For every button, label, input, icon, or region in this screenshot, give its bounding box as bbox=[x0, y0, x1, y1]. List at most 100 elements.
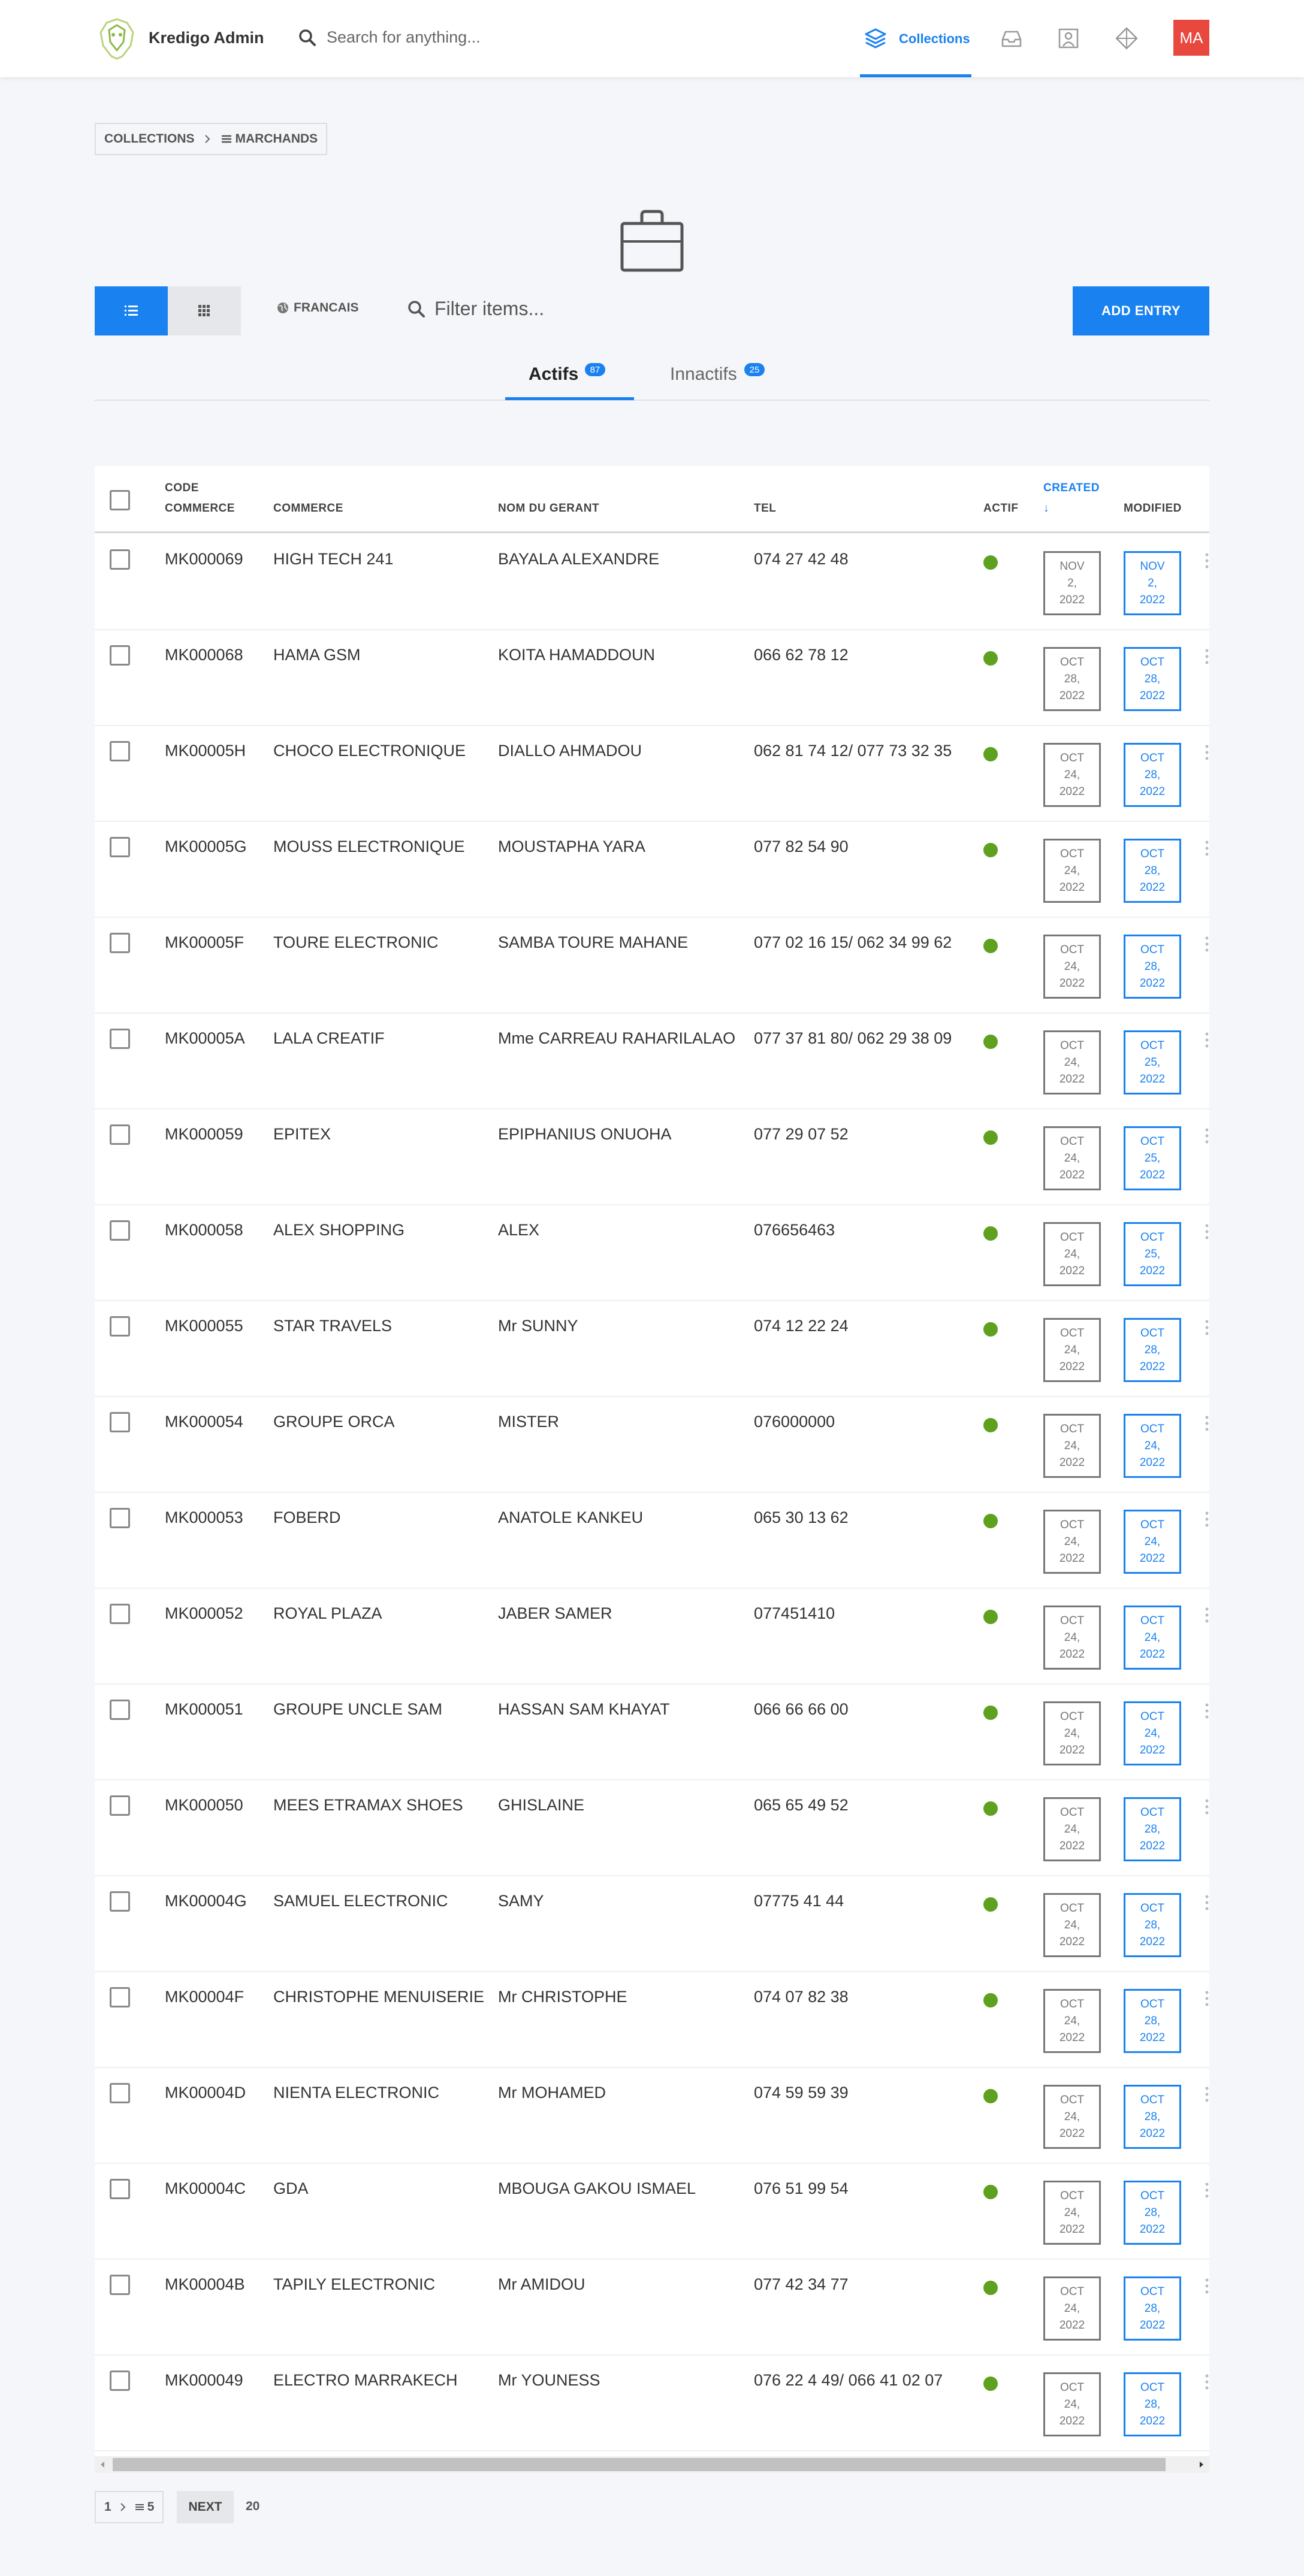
row-actions-icon[interactable] bbox=[1205, 1127, 1209, 1144]
column-modified[interactable]: MODIFIED bbox=[1124, 498, 1182, 519]
row-actions-icon[interactable] bbox=[1205, 1319, 1209, 1336]
row-checkbox[interactable] bbox=[110, 1220, 130, 1241]
scroll-left-icon[interactable] bbox=[98, 2460, 107, 2469]
row-checkbox[interactable] bbox=[110, 1987, 130, 2007]
row-checkbox[interactable] bbox=[110, 2083, 130, 2103]
column-created[interactable]: CREATED ↓ bbox=[1043, 478, 1100, 519]
cell-gerant: MBOUGA GAKOU ISMAEL bbox=[498, 2179, 696, 2197]
row-checkbox[interactable] bbox=[110, 1508, 130, 1528]
column-commerce[interactable]: COMMERCE bbox=[273, 498, 343, 519]
list-view-button[interactable] bbox=[95, 286, 168, 335]
row-actions-icon[interactable] bbox=[1205, 552, 1209, 569]
row-checkbox[interactable] bbox=[110, 1412, 130, 1432]
next-page-button[interactable]: NEXT bbox=[177, 2491, 234, 2523]
table-row[interactable]: MK000053 FOBERD ANATOLE KANKEU 065 30 13 62… bbox=[95, 1493, 1209, 1589]
row-checkbox[interactable] bbox=[110, 933, 130, 953]
row-checkbox[interactable] bbox=[110, 837, 130, 857]
diamond-icon[interactable] bbox=[1115, 26, 1139, 50]
row-checkbox[interactable] bbox=[110, 1029, 130, 1049]
row-actions-icon[interactable] bbox=[1205, 936, 1209, 953]
breadcrumb-current[interactable]: MARCHANDS bbox=[220, 132, 318, 146]
nav-collections[interactable]: Collections bbox=[860, 0, 971, 77]
row-checkbox[interactable] bbox=[110, 2275, 130, 2295]
table-row[interactable]: MK000054 GROUPE ORCA MISTER 076000000 OCT 24,… bbox=[95, 1397, 1209, 1493]
language-selector[interactable]: FRANCAIS bbox=[277, 301, 359, 315]
app-title[interactable]: Kredigo Admin bbox=[149, 29, 264, 47]
row-actions-icon[interactable] bbox=[1205, 1703, 1209, 1719]
table-row[interactable]: MK000050 MEES ETRAMAX SHOES GHISLAINE 065 6… bbox=[95, 1780, 1209, 1876]
lion-logo-icon[interactable] bbox=[96, 17, 138, 60]
created-date-part: OCT bbox=[1060, 655, 1085, 669]
row-actions-icon[interactable] bbox=[1205, 2182, 1209, 2199]
tab-actifs[interactable]: Actifs 87 bbox=[529, 363, 605, 385]
add-entry-button[interactable]: ADD ENTRY bbox=[1073, 286, 1209, 335]
table-row[interactable]: MK00005G MOUSS ELECTRONIQUE MOUSTAPHA YARA… bbox=[95, 822, 1209, 918]
row-checkbox[interactable] bbox=[110, 1316, 130, 1337]
table-row[interactable]: MK000068 HAMA GSM KOITA HAMADDOUN 066 62 78… bbox=[95, 630, 1209, 726]
cell-modified-date: OCT 28, 2022 bbox=[1124, 935, 1181, 999]
row-actions-icon[interactable] bbox=[1205, 1511, 1209, 1528]
row-actions-icon[interactable] bbox=[1205, 840, 1209, 857]
user-frame-icon[interactable] bbox=[1057, 26, 1080, 50]
table-row[interactable]: MK000055 STAR TRAVELS Mr SUNNY 074 12 22 24… bbox=[95, 1301, 1209, 1397]
select-all-checkbox[interactable] bbox=[110, 490, 130, 510]
row-checkbox[interactable] bbox=[110, 1604, 130, 1624]
table-row[interactable]: MK00004C GDA MBOUGA GAKOU ISMAEL 076 51 99 … bbox=[95, 2164, 1209, 2260]
created-date-part: OCT bbox=[1060, 1710, 1085, 1723]
row-actions-icon[interactable] bbox=[1205, 744, 1209, 761]
tab-innactifs-count: 25 bbox=[744, 363, 765, 376]
row-checkbox[interactable] bbox=[110, 645, 130, 666]
column-nom-du-gerant[interactable]: NOM DU GERANT bbox=[498, 498, 599, 519]
row-actions-icon[interactable] bbox=[1205, 2374, 1209, 2390]
tab-innactifs[interactable]: Innactifs 25 bbox=[670, 363, 765, 385]
table-row[interactable]: MK00004G SAMUEL ELECTRONIC SAMY 07775 41 44… bbox=[95, 1876, 1209, 1972]
table-row[interactable]: MK00005A LALA CREATIF Mme CARREAU RAHARILA… bbox=[95, 1014, 1209, 1109]
modified-date-part: 2022 bbox=[1139, 2127, 1166, 2140]
inbox-icon[interactable] bbox=[1000, 26, 1024, 50]
row-actions-icon[interactable] bbox=[1205, 2278, 1209, 2294]
row-checkbox[interactable] bbox=[110, 2179, 130, 2199]
row-checkbox[interactable] bbox=[110, 1891, 130, 1912]
column-code-commerce[interactable]: CODE COMMERCE bbox=[165, 478, 235, 519]
table-row[interactable]: MK00004F CHRISTOPHE MENUISERIE Mr CHRISTOP… bbox=[95, 1972, 1209, 2068]
filter-input[interactable]: Filter items... bbox=[434, 298, 544, 320]
row-checkbox[interactable] bbox=[110, 741, 130, 761]
horizontal-scrollbar[interactable] bbox=[95, 2456, 1209, 2473]
items-per-page[interactable]: 20 bbox=[246, 2499, 259, 2514]
table-row[interactable]: MK00004D NIENTA ELECTRONIC Mr MOHAMED 074 5… bbox=[95, 2068, 1209, 2164]
row-actions-icon[interactable] bbox=[1205, 648, 1209, 665]
row-actions-icon[interactable] bbox=[1205, 1990, 1209, 2007]
row-actions-icon[interactable] bbox=[1205, 1223, 1209, 1240]
table-row[interactable]: MK000052 ROYAL PLAZA JABER SAMER 077451410 O… bbox=[95, 1589, 1209, 1685]
row-actions-icon[interactable] bbox=[1205, 1894, 1209, 1911]
table-row[interactable]: MK000058 ALEX SHOPPING ALEX 076656463 OCT 24,… bbox=[95, 1205, 1209, 1301]
breadcrumb-collections[interactable]: COLLECTIONS bbox=[104, 132, 195, 146]
column-tel[interactable]: TEL bbox=[754, 498, 776, 519]
table-row[interactable]: MK00005H CHOCO ELECTRONIQUE DIALLO AHMADOU… bbox=[95, 726, 1209, 822]
user-avatar[interactable]: MA bbox=[1173, 20, 1209, 56]
row-actions-icon[interactable] bbox=[1205, 1798, 1209, 1815]
scrollbar-thumb[interactable] bbox=[113, 2458, 1166, 2471]
scroll-right-icon[interactable] bbox=[1197, 2460, 1206, 2469]
row-checkbox[interactable] bbox=[110, 549, 130, 570]
row-actions-icon[interactable] bbox=[1205, 1415, 1209, 1432]
cell-modified-date: OCT 28, 2022 bbox=[1124, 2085, 1181, 2149]
cell-commerce: EPITEX bbox=[273, 1125, 331, 1143]
table-row[interactable]: MK000049 ELECTRO MARRAKECH Mr YOUNESS 076 2… bbox=[95, 2356, 1209, 2451]
grid-view-button[interactable] bbox=[168, 286, 241, 335]
table-row[interactable]: MK000051 GROUPE UNCLE SAM HASSAN SAM KHAYA… bbox=[95, 1685, 1209, 1780]
column-actif[interactable]: ACTIF bbox=[983, 498, 1018, 519]
pagination[interactable]: 1 5 bbox=[95, 2491, 164, 2523]
table-row[interactable]: MK000069 HIGH TECH 241 BAYALA ALEXANDRE 074… bbox=[95, 534, 1209, 630]
row-checkbox[interactable] bbox=[110, 2371, 130, 2391]
row-actions-icon[interactable] bbox=[1205, 1032, 1209, 1048]
row-checkbox[interactable] bbox=[110, 1700, 130, 1720]
row-checkbox[interactable] bbox=[110, 1795, 130, 1816]
row-actions-icon[interactable] bbox=[1205, 1607, 1209, 1623]
global-search-input[interactable]: Search for anything... bbox=[327, 28, 481, 47]
table-row[interactable]: MK00004B TAPILY ELECTRONIC Mr AMIDOU 077 42… bbox=[95, 2260, 1209, 2356]
row-actions-icon[interactable] bbox=[1205, 2086, 1209, 2103]
table-row[interactable]: MK000059 EPITEX EPIPHANIUS ONUOHA 077 29 07… bbox=[95, 1109, 1209, 1205]
row-checkbox[interactable] bbox=[110, 1124, 130, 1145]
table-row[interactable]: MK00005F TOURE ELECTRONIC SAMBA TOURE MAHA… bbox=[95, 918, 1209, 1014]
